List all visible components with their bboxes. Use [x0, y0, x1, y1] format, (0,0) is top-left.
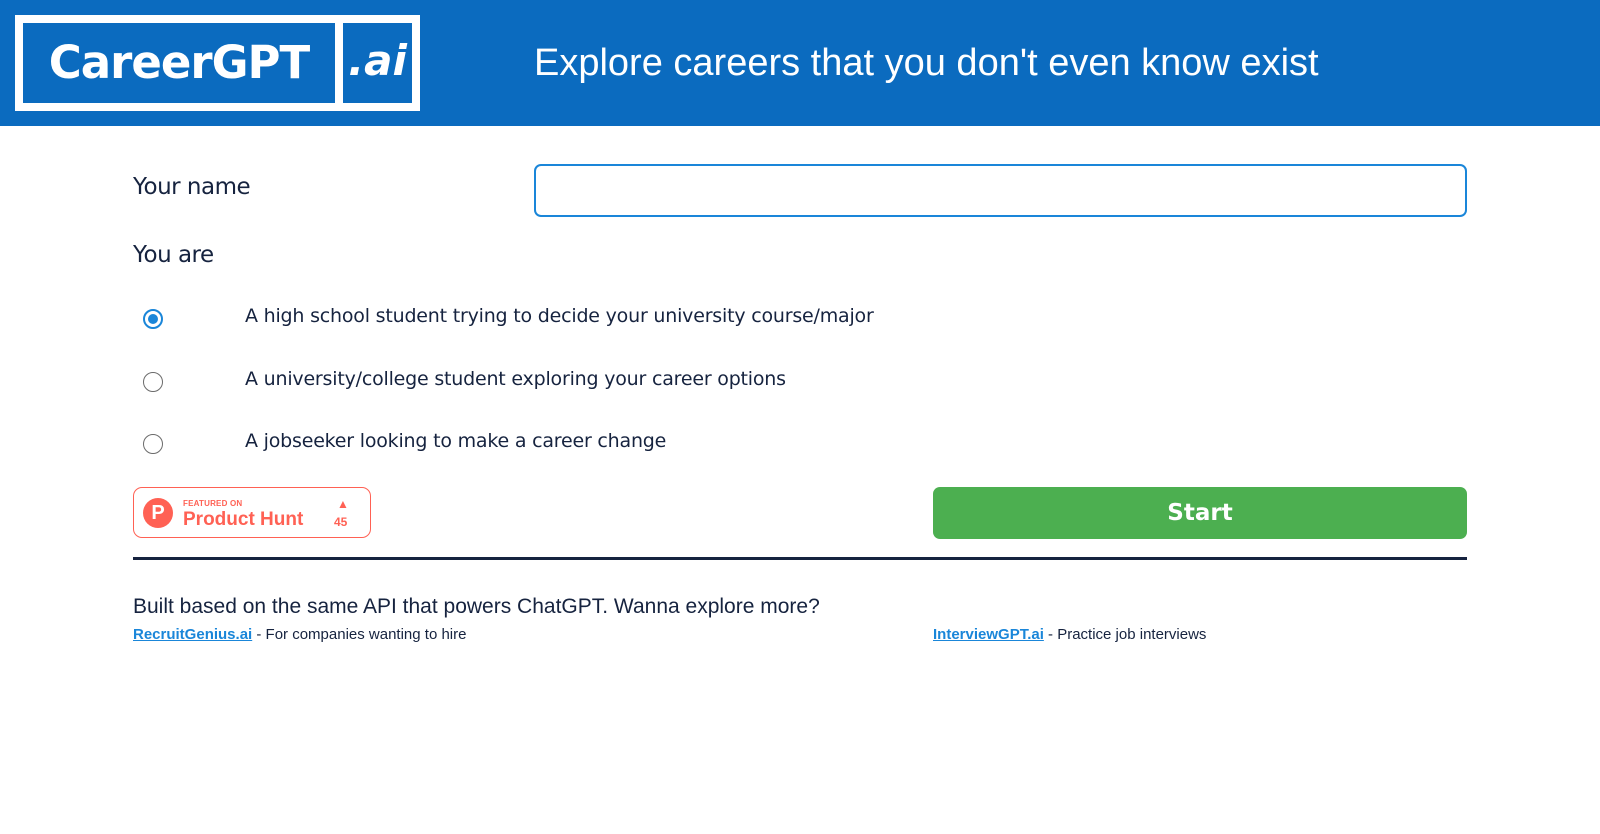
name-label: Your name — [133, 174, 251, 200]
footer-link-recruitgenius: RecruitGenius.ai - For companies wanting… — [133, 626, 466, 643]
option-label-university[interactable]: A university/college student exploring y… — [245, 368, 786, 390]
interviewgpt-description: - Practice job interviews — [1043, 626, 1207, 643]
product-hunt-upvote-count: 45 — [334, 515, 348, 529]
logo-wordmark: CareerGPT — [23, 23, 335, 103]
divider — [133, 557, 1467, 560]
logo-ai-suffix: .ai — [343, 23, 412, 103]
header-tagline: Explore careers that you don't even know… — [534, 42, 1319, 84]
footer-text: Built based on the same API that powers … — [133, 595, 820, 618]
interviewgpt-link[interactable]: InterviewGPT.ai — [933, 626, 1044, 643]
footer-link-interviewgpt: InterviewGPT.ai - Practice job interview… — [933, 626, 1206, 643]
product-hunt-badge[interactable]: P FEATURED ON Product Hunt ▲ 45 — [133, 487, 371, 538]
product-hunt-icon: P — [143, 498, 173, 528]
radio-high-school[interactable] — [143, 309, 163, 329]
option-label-jobseeker[interactable]: A jobseeker looking to make a career cha… — [245, 430, 666, 452]
role-label: You are — [133, 242, 214, 268]
radio-jobseeker[interactable] — [143, 434, 163, 454]
option-label-high-school[interactable]: A high school student trying to decide y… — [245, 305, 874, 327]
product-hunt-featured-text: FEATURED ON — [183, 499, 243, 508]
header: CareerGPT .ai Explore careers that you d… — [0, 0, 1600, 126]
triangle-up-icon: ▲ — [337, 497, 349, 511]
radio-university[interactable] — [143, 372, 163, 392]
product-hunt-name: Product Hunt — [183, 509, 304, 530]
recruitgenius-description: - For companies wanting to hire — [252, 626, 467, 643]
start-button[interactable]: Start — [933, 487, 1467, 539]
careergpt-logo[interactable]: CareerGPT .ai — [15, 15, 420, 111]
recruitgenius-link[interactable]: RecruitGenius.ai — [133, 626, 252, 643]
name-input[interactable] — [534, 164, 1467, 217]
